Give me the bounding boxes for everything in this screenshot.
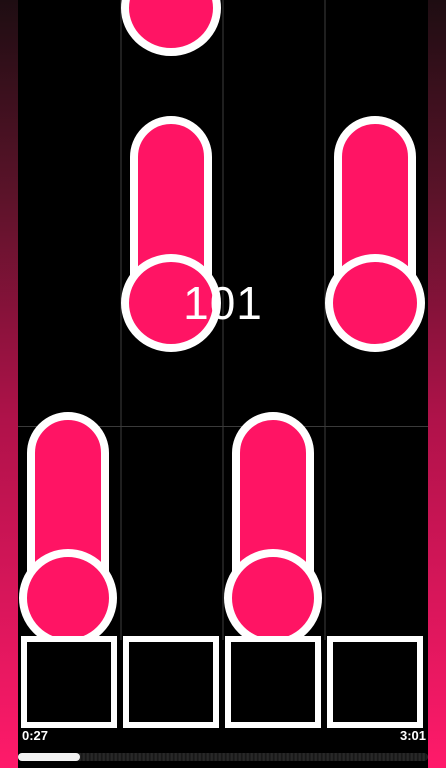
progress-bar[interactable] bbox=[18, 753, 428, 761]
score-counter: 101 bbox=[183, 277, 263, 329]
lane-3-hit-target[interactable] bbox=[225, 636, 321, 728]
right-gradient-border bbox=[428, 0, 446, 768]
total-time: 3:01 bbox=[399, 728, 426, 743]
lane-divider bbox=[324, 0, 326, 640]
hold-note-head[interactable] bbox=[325, 254, 425, 352]
lane-2-hit-target[interactable] bbox=[123, 636, 219, 728]
lane-1-hit-target[interactable] bbox=[21, 636, 117, 728]
progress-fill bbox=[18, 753, 80, 761]
hold-note-head[interactable] bbox=[19, 549, 117, 647]
elapsed-time: 0:27 bbox=[22, 728, 49, 743]
game-screen: 101 0:27 3:01 bbox=[0, 0, 446, 768]
left-gradient-border bbox=[0, 0, 18, 768]
hold-note-head[interactable] bbox=[224, 549, 322, 647]
tap-note[interactable] bbox=[121, 0, 221, 56]
lane-4-hit-target[interactable] bbox=[327, 636, 423, 728]
lane-divider bbox=[120, 0, 122, 640]
